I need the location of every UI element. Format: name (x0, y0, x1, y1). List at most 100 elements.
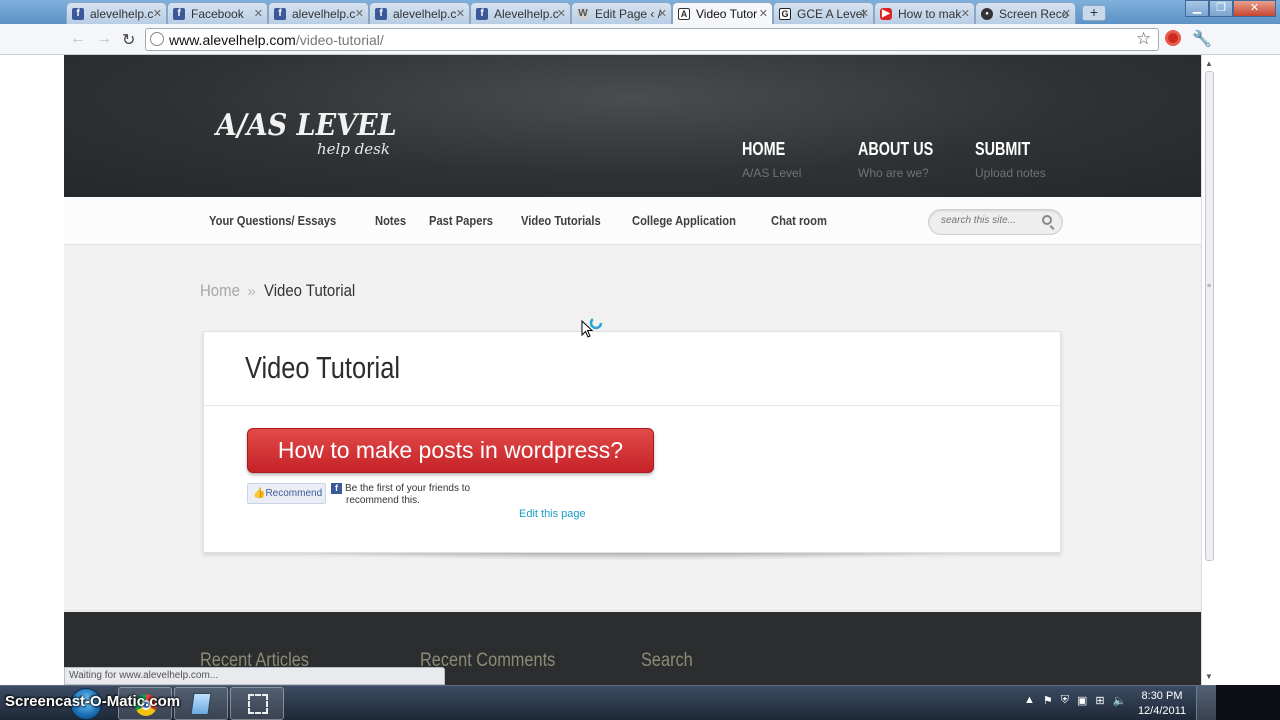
close-icon[interactable]: ✕ (153, 7, 162, 20)
extension-stop-icon[interactable] (1165, 30, 1181, 46)
close-icon[interactable]: ✕ (456, 7, 465, 20)
footer-divider (64, 610, 1201, 611)
breadcrumb-home-link[interactable]: Home (200, 281, 240, 301)
site-logo[interactable]: A/AS LEVEL (216, 108, 397, 143)
tab-youtube[interactable]: ▶ How to mak ✕ (874, 2, 975, 24)
youtube-icon: ▶ (880, 7, 892, 20)
site-header: A/AS LEVEL help desk HOME A/AS Level ABO… (64, 55, 1201, 197)
footer-search-heading: Search (641, 650, 693, 671)
content-panel: Video Tutorial How to make posts in word… (203, 331, 1061, 553)
reload-icon[interactable]: ↻ (122, 30, 135, 50)
url-text[interactable]: www.alevelhelp.com/video-tutorial/ (169, 32, 384, 48)
secondary-nav-items: Your Questions/ Essays Notes Past Papers… (209, 213, 854, 228)
taskbar-notepad[interactable] (174, 687, 228, 720)
search-icon[interactable] (1042, 215, 1052, 225)
bookmark-star-icon[interactable]: ☆ (1136, 29, 1151, 49)
notepad-icon (190, 693, 212, 715)
recording-watermark: Screencast-O-Matic.com (5, 693, 181, 710)
taskbar-recorder[interactable] (230, 687, 284, 720)
site-icon: A (678, 7, 690, 20)
show-hidden-icons-icon[interactable]: ▲ (1024, 694, 1035, 707)
subnav-your-questions[interactable]: Your Questions/ Essays (209, 213, 336, 228)
close-icon[interactable]: ✕ (658, 7, 667, 20)
scroll-up-icon[interactable]: ▲ (1205, 59, 1213, 68)
breadcrumb-separator: » (247, 283, 256, 300)
right-margin (1216, 55, 1280, 685)
restore-button[interactable]: ❐ (1209, 0, 1233, 17)
close-icon[interactable]: ✕ (961, 7, 970, 20)
tab-alevelhelp-2[interactable]: f alevelhelp.c ✕ (268, 2, 369, 24)
nav-about-us[interactable]: ABOUT US Who are we? (858, 139, 952, 180)
subnav-past-papers[interactable]: Past Papers (429, 213, 493, 228)
tab-facebook[interactable]: f Facebook ✕ (167, 2, 268, 24)
scroll-down-icon[interactable]: ▼ (1205, 672, 1213, 681)
screencast-icon: ● (981, 7, 993, 20)
wordpress-icon: W (577, 7, 589, 20)
forward-arrow-icon[interactable]: → (96, 30, 112, 48)
clock[interactable]: 8:30 PM 12/4/2011 (1132, 689, 1192, 719)
how-to-post-button[interactable]: How to make posts in wordpress? (247, 428, 654, 473)
show-desktop-button[interactable] (1196, 686, 1216, 720)
screen: f alevelhelp.c ✕ f Facebook ✕ f alevelhelp.c ✕… (0, 0, 1280, 720)
screen-recorder-icon (248, 694, 268, 714)
divider (204, 405, 1060, 406)
facebook-icon: f (375, 7, 387, 20)
close-icon[interactable]: ✕ (759, 7, 768, 20)
close-icon[interactable]: ✕ (557, 7, 566, 20)
security-icon[interactable]: ⛨ (1061, 694, 1069, 707)
tab-alevelhelp-3[interactable]: f alevelhelp.c ✕ (369, 2, 470, 24)
page-viewport: A/AS LEVEL help desk HOME A/AS Level ABO… (64, 55, 1201, 685)
close-icon[interactable]: ✕ (254, 7, 263, 20)
grip-icon: ≡ (1207, 283, 1212, 290)
windows-taskbar: ▲ ⚑ ⛨ ▣ ⊞ 🔈 8:30 PM 12/4/2011 (0, 685, 1280, 720)
thumbs-up-icon: 👍 (253, 488, 266, 499)
network-icon[interactable]: ⊞ (1095, 694, 1104, 707)
busy-cursor-icon (581, 316, 603, 338)
nav-submit[interactable]: SUBMIT Upload notes (975, 139, 1046, 180)
edit-page-link[interactable]: Edit this page (519, 508, 586, 520)
facebook-icon: f (72, 7, 84, 20)
facebook-recommend-button[interactable]: 👍Recommend (247, 483, 326, 504)
search-input[interactable] (941, 215, 1036, 226)
left-margin (0, 55, 64, 685)
tab-screen-recorder[interactable]: ● Screen Reco ✕ (975, 2, 1076, 24)
browser-tab-strip: f alevelhelp.c ✕ f Facebook ✕ f alevelhelp.c ✕… (0, 0, 1280, 24)
site-logo-tagline: help desk (317, 140, 390, 158)
status-bar: Waiting for www.alevelhelp.com... (64, 667, 445, 685)
tab-gce-a-level[interactable]: G GCE A Level ✕ (773, 2, 874, 24)
breadcrumb: Home » Video Tutorial (200, 281, 367, 301)
subnav-college-application[interactable]: College Application (632, 213, 736, 228)
minimize-button[interactable]: ▁ (1185, 0, 1209, 17)
tab-alevelhelp-4[interactable]: f Alevelhelp.c ✕ (470, 2, 571, 24)
volume-icon[interactable]: 🔈 (1113, 694, 1127, 707)
address-bar[interactable]: www.alevelhelp.com/video-tutorial/ (145, 28, 1159, 51)
facebook-icon: f (476, 7, 488, 20)
new-tab-button[interactable]: + (1082, 5, 1106, 21)
close-icon[interactable]: ✕ (355, 7, 364, 20)
facebook-social-text: f Be the first of your friends to recomme… (331, 483, 470, 507)
site-search (928, 209, 1063, 235)
tab-video-tutorial[interactable]: A Video Tutor ✕ (672, 2, 773, 24)
tab-alevelhelp-1[interactable]: f alevelhelp.c ✕ (66, 2, 167, 24)
page-title: Video Tutorial (245, 350, 400, 385)
window-controls: ▁ ❐ ✕ (1185, 0, 1276, 17)
subnav-video-tutorials[interactable]: Video Tutorials (521, 213, 601, 228)
subnav-notes[interactable]: Notes (375, 213, 406, 228)
close-icon[interactable]: ✕ (1062, 7, 1071, 20)
close-window-button[interactable]: ✕ (1233, 0, 1276, 17)
close-icon[interactable]: ✕ (860, 7, 869, 20)
tab-list: f alevelhelp.c ✕ f Facebook ✕ f alevelhelp.c ✕… (66, 2, 1076, 24)
action-center-flag-icon[interactable]: ⚑ (1043, 694, 1053, 707)
breadcrumb-current: Video Tutorial (263, 281, 355, 300)
back-arrow-icon[interactable]: ← (70, 30, 86, 48)
nav-home[interactable]: HOME A/AS Level (742, 139, 801, 180)
facebook-icon: f (274, 7, 286, 20)
subnav-chat-room[interactable]: Chat room (771, 213, 827, 228)
wrench-menu-icon[interactable]: 🔧 (1192, 29, 1212, 49)
scrollbar-thumb[interactable] (1205, 71, 1214, 561)
browser-toolbar: ← → ↻ www.alevelhelp.com/video-tutorial/… (0, 24, 1280, 55)
vertical-scrollbar[interactable]: ▲ ≡ ▼ (1201, 55, 1216, 685)
device-icon[interactable]: ▣ (1077, 694, 1087, 707)
tab-edit-page[interactable]: W Edit Page ‹ / ✕ (571, 2, 672, 24)
facebook-icon: f (331, 483, 342, 494)
